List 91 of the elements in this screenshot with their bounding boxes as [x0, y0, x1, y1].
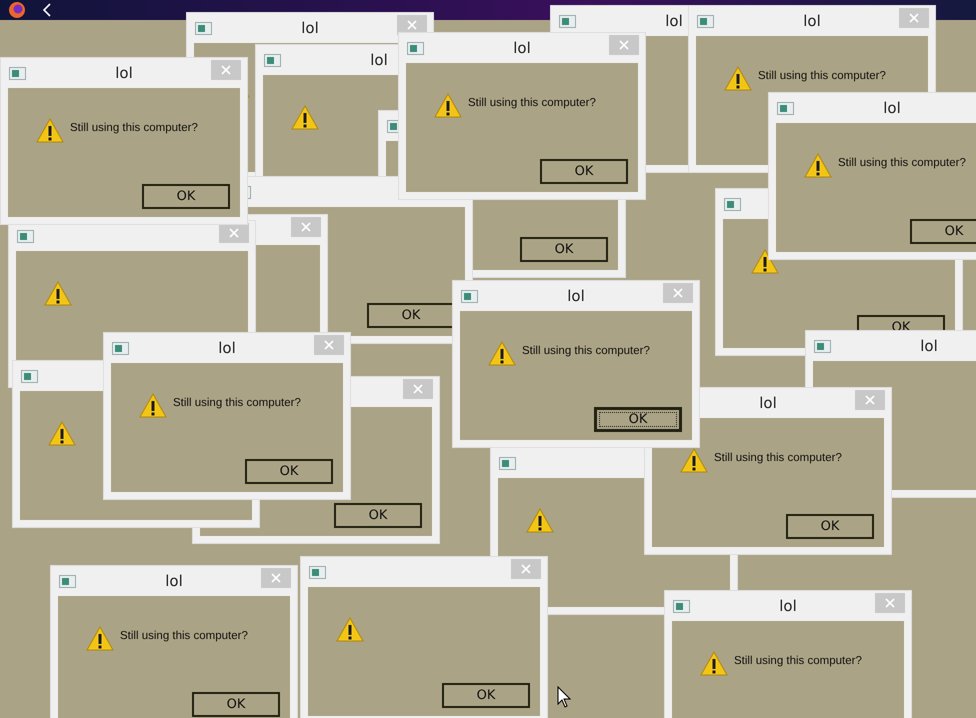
ok-button[interactable]: OK — [594, 407, 682, 432]
ok-button[interactable]: OK — [334, 503, 422, 528]
window-icon — [195, 22, 212, 35]
window-title: lol — [567, 287, 585, 305]
dialog-message: Still using this computer? — [70, 122, 198, 134]
window-icon — [814, 340, 831, 353]
dialog-message: Still using this computer? — [468, 97, 596, 109]
close-icon — [271, 573, 281, 583]
window-icon — [112, 342, 129, 355]
window-icon — [309, 566, 326, 579]
window-title: lol — [803, 12, 821, 30]
ok-button[interactable]: OK — [540, 159, 628, 184]
window-title: lol — [370, 51, 388, 69]
warning-icon — [36, 118, 64, 144]
window-icon — [461, 290, 478, 303]
ok-button[interactable]: OK — [142, 184, 230, 209]
warning-icon — [336, 617, 364, 643]
warning-icon — [291, 105, 319, 131]
close-icon — [301, 222, 311, 232]
warning-icon — [680, 448, 708, 474]
window-title: lol — [115, 64, 133, 82]
close-button[interactable] — [663, 283, 693, 303]
close-icon — [885, 598, 895, 608]
close-icon — [407, 20, 417, 30]
close-icon — [673, 288, 683, 298]
browser-icon[interactable] — [8, 1, 26, 19]
window-icon — [724, 198, 741, 211]
dialog-message: Still using this computer? — [120, 630, 248, 642]
window-icon — [21, 370, 38, 383]
window-icon — [17, 230, 34, 243]
window-title: lol — [759, 394, 777, 412]
dialog-message: Still using this computer? — [714, 452, 842, 464]
close-icon — [521, 564, 531, 574]
window-icon — [697, 15, 714, 28]
ok-button[interactable]: OK — [910, 219, 976, 244]
window-icon — [407, 42, 424, 55]
window-icon — [559, 15, 576, 28]
close-button[interactable] — [403, 379, 433, 399]
warning-icon — [86, 626, 114, 652]
ok-button[interactable]: OK — [520, 237, 608, 262]
dialog-message: Still using this computer? — [173, 397, 301, 409]
close-button[interactable] — [855, 390, 885, 410]
dialog-message: Still using this computer? — [734, 655, 862, 667]
window-title: lol — [883, 99, 901, 117]
close-icon — [413, 384, 423, 394]
close-button[interactable] — [511, 559, 541, 579]
window-title: lol — [301, 19, 319, 37]
window-icon — [499, 457, 516, 470]
close-button[interactable] — [609, 35, 639, 55]
close-icon — [221, 65, 231, 75]
close-button[interactable] — [314, 335, 344, 355]
dialog-message: Still using this computer? — [838, 157, 966, 169]
window-title: lol — [218, 339, 236, 357]
window-icon — [673, 600, 690, 613]
warning-icon — [44, 281, 72, 307]
warning-icon — [724, 66, 752, 92]
close-icon — [865, 395, 875, 405]
close-icon — [909, 13, 919, 23]
warning-icon — [488, 341, 516, 367]
window-icon — [264, 54, 281, 67]
window-icon — [9, 67, 26, 80]
warning-icon — [804, 153, 832, 179]
mouse-cursor-icon — [557, 686, 571, 708]
close-icon — [324, 340, 334, 350]
window-title: lol — [165, 572, 183, 590]
close-button[interactable] — [211, 60, 241, 80]
warning-icon — [434, 93, 462, 119]
window-icon — [59, 575, 76, 588]
window-icon — [777, 102, 794, 115]
warning-icon — [139, 393, 167, 419]
window-title: lol — [665, 12, 683, 30]
ok-button[interactable]: OK — [245, 459, 333, 484]
ok-button[interactable]: OK — [192, 692, 280, 717]
close-icon — [229, 228, 239, 238]
dialog-message: Still using this computer? — [522, 345, 650, 357]
close-button[interactable] — [875, 593, 905, 613]
window-title: lol — [513, 39, 531, 57]
window-title: lol — [779, 597, 797, 615]
close-button[interactable] — [899, 8, 929, 28]
ok-button[interactable]: OK — [786, 514, 874, 539]
window-title: lol — [920, 337, 938, 355]
ok-button[interactable]: OK — [442, 683, 530, 708]
warning-icon — [526, 508, 554, 534]
close-button[interactable] — [291, 217, 321, 237]
warning-icon — [48, 421, 76, 447]
warning-icon — [700, 651, 728, 677]
close-icon — [619, 40, 629, 50]
ok-button[interactable]: OK — [367, 303, 455, 328]
close-button[interactable] — [261, 568, 291, 588]
dialog-message: Still using this computer? — [758, 70, 886, 82]
close-button[interactable] — [219, 223, 249, 243]
